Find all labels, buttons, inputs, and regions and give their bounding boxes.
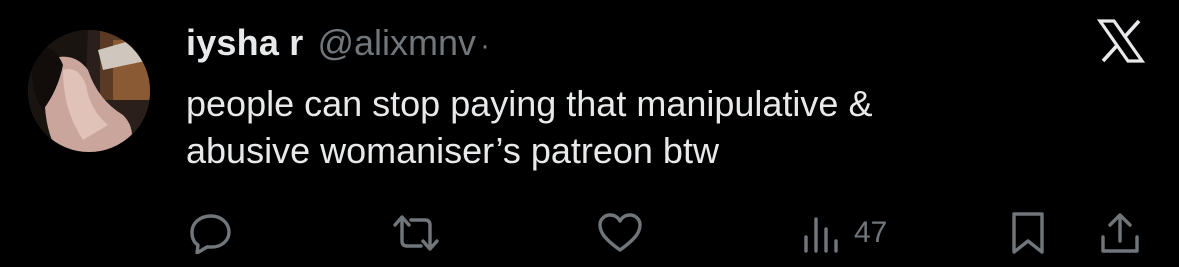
share-icon (1098, 211, 1142, 255)
reply-icon (188, 212, 234, 254)
reply-button[interactable] (188, 205, 234, 261)
tweet-card: iysha r @alixmnv · people can stop payin… (0, 0, 1179, 267)
bookmark-icon (1010, 211, 1046, 255)
x-logo-icon[interactable] (1096, 19, 1146, 63)
tweet-header: iysha r @alixmnv · (186, 22, 490, 66)
separator-dot: · (480, 29, 491, 62)
action-bar: 47 (0, 205, 1179, 261)
like-icon (596, 212, 644, 254)
display-name[interactable]: iysha r (186, 22, 303, 64)
views-icon (802, 213, 844, 253)
views-button[interactable]: 47 (802, 205, 887, 261)
bookmark-button[interactable] (1010, 205, 1046, 261)
user-handle[interactable]: @alixmnv (317, 22, 476, 64)
share-button[interactable] (1098, 205, 1142, 261)
repost-button[interactable] (391, 205, 441, 261)
tweet-text: people can stop paying that manipulative… (186, 83, 873, 171)
views-count: 47 (854, 216, 888, 249)
like-button[interactable] (596, 205, 644, 261)
repost-icon (391, 213, 441, 253)
avatar[interactable] (28, 30, 150, 152)
